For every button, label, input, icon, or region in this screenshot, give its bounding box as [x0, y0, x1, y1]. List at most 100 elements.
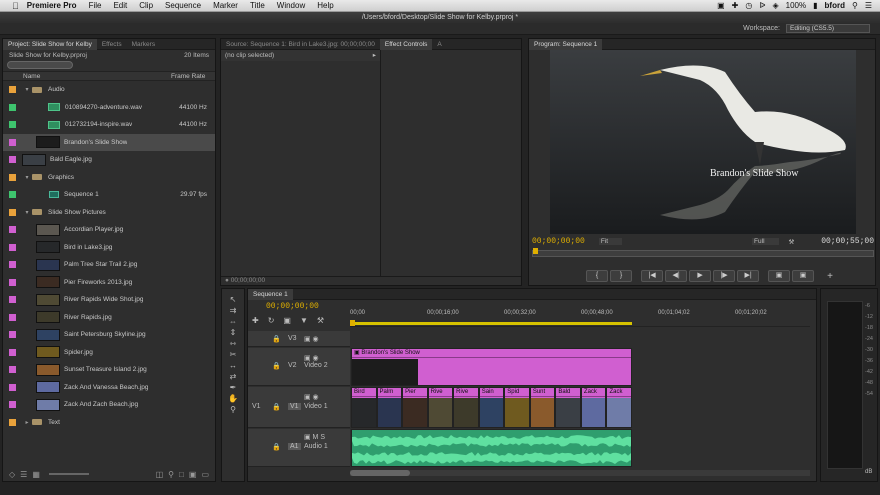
bin-icon[interactable]: □ — [179, 470, 184, 479]
automate-icon[interactable]: ◫ — [156, 470, 164, 479]
col-name[interactable]: Name — [23, 73, 40, 80]
tab-markers[interactable]: Markers — [127, 39, 160, 50]
timeline-timecode[interactable]: 00;00;00;00 — [266, 302, 319, 311]
go-to-in-button[interactable]: |◀ — [641, 270, 664, 282]
app-menu[interactable]: Premiere Pro — [23, 1, 83, 10]
playhead-marker[interactable] — [533, 248, 538, 254]
track-v2-label[interactable]: V2 — [288, 362, 297, 369]
program-scrubber[interactable] — [532, 248, 874, 257]
v1-clip[interactable]: Pier — [402, 387, 428, 428]
toggle-output-icon[interactable]: ▣ ◉ — [304, 393, 319, 401]
project-item[interactable]: Pier Fireworks 2013.jpg — [3, 274, 215, 292]
tab-program[interactable]: Program: Sequence 1 — [529, 38, 603, 50]
workspace-select[interactable]: Editing (CS5.5) — [786, 24, 870, 33]
hand-tool-icon[interactable]: ✋ — [228, 394, 238, 403]
menu-clip[interactable]: Clip — [133, 1, 159, 10]
trash-icon[interactable]: ▭ — [201, 470, 215, 479]
icon-view-icon[interactable]: ▦ — [32, 470, 40, 479]
project-item[interactable]: Zack And Vanessa Beach.jpg — [3, 379, 215, 397]
project-item[interactable]: River Rapids Wide Shot.jpg — [3, 291, 215, 309]
v1-clip[interactable]: Sain — [478, 387, 505, 428]
timeline-playhead[interactable] — [350, 320, 355, 326]
project-item[interactable]: Saint Petersburg Skyline.jpg — [3, 326, 215, 344]
slip-tool-icon[interactable]: ↔ — [229, 361, 237, 370]
tab-effect-controls[interactable]: Effect Controls — [379, 38, 433, 50]
v1-clip[interactable]: Spid — [504, 387, 530, 428]
search-input[interactable] — [7, 61, 73, 69]
mark-out-button[interactable]: } — [610, 270, 633, 282]
menu-title[interactable]: Title — [244, 1, 271, 10]
rolling-edit-tool-icon[interactable]: ⇕ — [230, 328, 237, 337]
mute-solo-icons[interactable]: ▣ M S — [304, 433, 325, 441]
nested-sequence-clip[interactable]: ▣ Brandon's Slide Show — [351, 348, 632, 386]
linked-icon[interactable]: ↻ — [268, 316, 275, 325]
disclosure-triangle-icon[interactable]: ▾ — [22, 209, 32, 216]
slide-tool-icon[interactable]: ⇄ — [230, 372, 237, 381]
track-v3-label[interactable]: V3 — [288, 335, 297, 342]
disclosure-triangle-icon[interactable]: ▾ — [22, 86, 32, 93]
ripple-edit-tool-icon[interactable]: ⇔ — [229, 317, 237, 326]
battery-icon[interactable]: ▮ — [813, 1, 817, 10]
menu-help[interactable]: Help — [311, 1, 339, 10]
search-icon[interactable]: ⚲ — [852, 1, 858, 10]
project-item[interactable]: 010894270-adventure.wav 44100 Hz — [3, 99, 215, 117]
project-item[interactable]: Bald Eagle.jpg — [3, 151, 215, 169]
lift-button[interactable]: ▣ — [768, 270, 791, 282]
project-folder[interactable]: ▸ Text — [3, 414, 215, 432]
menu-edit[interactable]: Edit — [107, 1, 133, 10]
play-button[interactable]: ▶ — [689, 270, 712, 282]
source-v1-patch[interactable]: V1 — [252, 403, 261, 410]
menu-file[interactable]: File — [83, 1, 108, 10]
audio-clip[interactable] — [351, 429, 632, 467]
lock-icon[interactable]: 🔒 — [272, 403, 281, 411]
rate-stretch-tool-icon[interactable]: ⇿ — [230, 339, 237, 348]
project-item[interactable]: River Rapids.jpg — [3, 309, 215, 327]
project-item[interactable]: Sunset Treasure Island 2.jpg — [3, 361, 215, 379]
tab-source[interactable]: Source: Sequence 1: Bird in Lake3.jpg: 0… — [221, 39, 380, 50]
v1-clip[interactable]: Zack — [606, 387, 632, 428]
project-item[interactable]: Brandon's Slide Show — [3, 133, 215, 151]
project-item[interactable]: 012732194-inspire.wav 44100 Hz — [3, 116, 215, 134]
project-folder[interactable]: ▾ Slide Show Pictures — [3, 204, 215, 222]
step-forward-button[interactable]: |▶ — [713, 270, 736, 282]
v1-clip[interactable]: Rive — [453, 387, 479, 428]
screen-icon[interactable]: ▣ — [717, 1, 725, 10]
apple-icon[interactable]:  — [0, 1, 23, 11]
bluetooth-icon[interactable]: ᐉ — [759, 1, 765, 10]
wifi-icon[interactable]: ◈ — [773, 1, 779, 10]
v1-clip[interactable]: Palm — [376, 387, 403, 428]
track-select-tool-icon[interactable]: ⇉ — [230, 306, 237, 315]
list-icon[interactable]: ☰ — [865, 1, 872, 10]
col-rate[interactable]: Frame Rate — [171, 73, 205, 80]
v1-clip[interactable]: Zack — [580, 387, 607, 428]
add-button-icon[interactable]: + — [827, 271, 833, 282]
project-item[interactable]: Accordian Player.jpg — [3, 221, 215, 239]
project-item[interactable]: Bird in Lake3.jpg — [3, 239, 215, 257]
project-item[interactable]: Zack And Zach Beach.jpg — [3, 396, 215, 414]
tab-effects[interactable]: Effects — [97, 39, 127, 50]
menu-window[interactable]: Window — [271, 1, 311, 10]
lock-icon[interactable]: 🔒 — [272, 443, 281, 451]
v1-clip[interactable]: Sunt — [529, 387, 556, 428]
disclosure-triangle-icon[interactable]: ▸ — [22, 419, 32, 426]
work-area-bar[interactable] — [350, 322, 632, 325]
fit-select[interactable]: Fit — [598, 238, 623, 245]
pen-tool-icon[interactable]: ✒ — [230, 383, 237, 392]
zoom-tool-icon[interactable]: ⚲ — [230, 405, 236, 414]
tab-sequence[interactable]: Sequence 1 — [248, 288, 293, 300]
gamepad-icon[interactable]: ✚ — [732, 1, 739, 10]
track-v1-label[interactable]: V1 — [288, 403, 301, 410]
v1-clip[interactable]: Rive — [427, 387, 454, 428]
scrollbar-thumb[interactable] — [350, 470, 410, 476]
time-machine-icon[interactable]: ◷ — [745, 1, 752, 10]
find-icon[interactable]: ⚲ — [168, 470, 174, 479]
project-item[interactable]: Spider.jpg — [3, 344, 215, 362]
program-video[interactable]: Brandon's Slide Show — [550, 50, 856, 234]
new-item-icon[interactable]: ▣ — [189, 470, 197, 479]
lock-icon[interactable]: 🔒 — [272, 362, 281, 370]
program-timecode-in[interactable]: 00;00;00;00 — [532, 237, 585, 246]
timeline-scrollbar[interactable] — [350, 470, 810, 476]
quality-select[interactable]: Full — [752, 238, 779, 245]
disclosure-triangle-icon[interactable]: ▾ — [22, 174, 32, 181]
track-a1-label[interactable]: A1 — [288, 443, 301, 450]
